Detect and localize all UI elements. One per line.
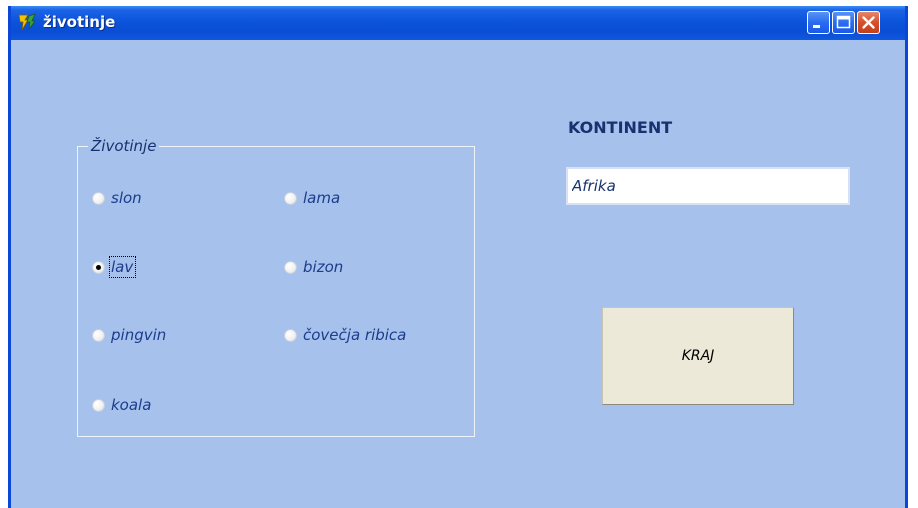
continent-field[interactable] bbox=[566, 167, 850, 205]
app-window: životinje Životinje slon lama lav bizon … bbox=[8, 6, 908, 508]
radio-koala[interactable]: koala bbox=[92, 395, 151, 415]
radio-label: lav bbox=[108, 256, 137, 278]
radio-circle[interactable] bbox=[92, 191, 105, 205]
window-title: životinje bbox=[43, 13, 116, 31]
radio-label: koala bbox=[111, 396, 152, 414]
radio-circle[interactable] bbox=[284, 191, 297, 205]
radio-covecja-ribica[interactable]: čovečja ribica bbox=[284, 325, 406, 345]
radio-lama[interactable]: lama bbox=[284, 188, 340, 208]
radio-lav[interactable]: lav bbox=[92, 256, 137, 278]
animals-group-title: Životinje bbox=[88, 136, 160, 156]
radio-circle-checked[interactable] bbox=[92, 260, 105, 274]
radio-label: bizon bbox=[303, 258, 344, 276]
exit-button[interactable]: KRAJ bbox=[602, 307, 794, 405]
minimize-button[interactable] bbox=[807, 11, 830, 34]
radio-circle[interactable] bbox=[92, 398, 105, 412]
radio-label: slon bbox=[111, 189, 142, 207]
radio-circle[interactable] bbox=[92, 328, 105, 342]
radio-label: čovečja ribica bbox=[303, 326, 407, 344]
radio-slon[interactable]: slon bbox=[92, 188, 142, 208]
minimize-icon bbox=[813, 25, 820, 28]
radio-bizon[interactable]: bizon bbox=[284, 257, 343, 277]
radio-pingvin[interactable]: pingvin bbox=[92, 325, 166, 345]
close-button[interactable] bbox=[857, 11, 880, 34]
animals-radio-group: Životinje slon lama lav bizon pingvin čo… bbox=[77, 136, 475, 437]
delphi-app-icon bbox=[17, 12, 37, 32]
title-bar[interactable]: životinje bbox=[11, 6, 905, 40]
maximize-icon bbox=[836, 15, 851, 29]
radio-circle[interactable] bbox=[284, 328, 297, 342]
close-icon bbox=[862, 16, 875, 29]
maximize-button[interactable] bbox=[832, 11, 855, 34]
radio-label: lama bbox=[303, 189, 341, 207]
radio-label: pingvin bbox=[111, 326, 167, 344]
form-client-area: Životinje slon lama lav bizon pingvin čo… bbox=[11, 40, 905, 508]
continent-label: KONTINENT bbox=[568, 118, 673, 137]
radio-circle[interactable] bbox=[284, 260, 297, 274]
